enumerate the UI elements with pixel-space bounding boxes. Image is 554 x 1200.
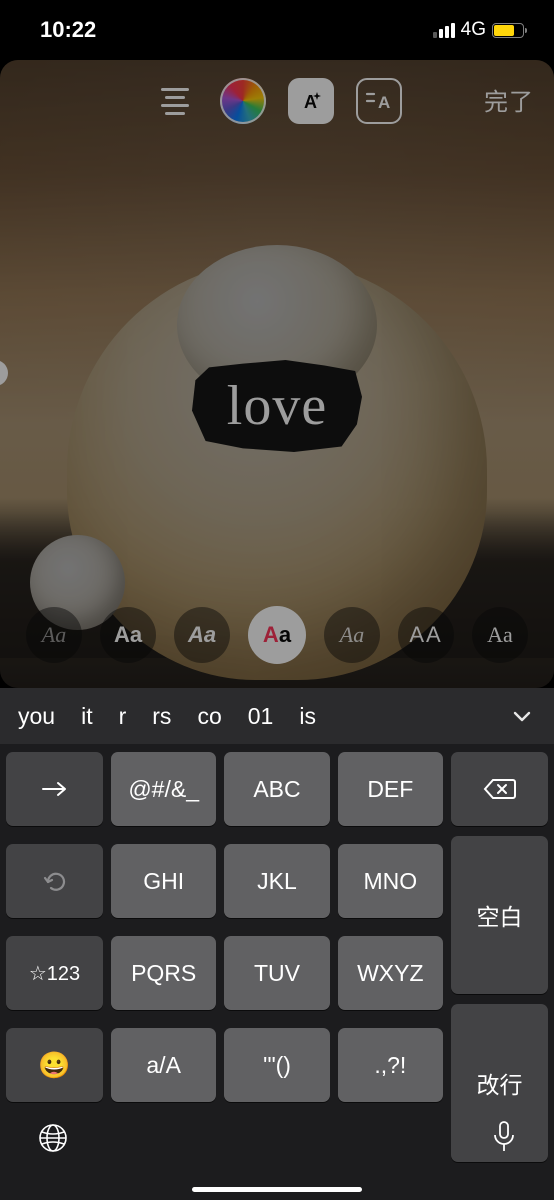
key-def[interactable]: DEF: [338, 752, 443, 826]
key-jkl[interactable]: JKL: [224, 844, 329, 918]
key-num[interactable]: ☆123: [6, 936, 103, 1010]
suggestion-1[interactable]: you: [18, 703, 55, 730]
font-style-5[interactable]: Aa: [324, 607, 380, 663]
status-bar: 10:22 4G: [0, 0, 554, 60]
suggestion-4[interactable]: rs: [152, 703, 171, 730]
key-space[interactable]: 空白: [451, 836, 548, 994]
arrow-right-icon: [40, 780, 70, 798]
clock: 10:22: [40, 17, 96, 43]
font-style-4-selected[interactable]: Aa: [248, 606, 306, 664]
key-emoji[interactable]: 😀: [6, 1028, 103, 1102]
globe-button[interactable]: [36, 1121, 70, 1160]
suggestion-7[interactable]: is: [299, 703, 316, 730]
text-effects-button[interactable]: A: [288, 78, 334, 124]
chevron-down-icon: [511, 705, 533, 727]
text-value: love: [227, 374, 327, 438]
text-scribble-bg: love: [192, 360, 362, 452]
home-indicator[interactable]: [192, 1187, 362, 1192]
key-delete[interactable]: [451, 752, 548, 826]
text-align-button[interactable]: [152, 78, 198, 124]
bg-a-icon: A: [364, 90, 394, 112]
suggestion-6[interactable]: 01: [248, 703, 274, 730]
keyboard-suggestion-bar: you it r rs co 01 is: [0, 688, 554, 744]
status-right: 4G: [433, 19, 524, 41]
key-tuv[interactable]: TUV: [224, 936, 329, 1010]
key-pqrs[interactable]: PQRS: [111, 936, 216, 1010]
svg-text:A: A: [304, 92, 317, 112]
suggestion-collapse-button[interactable]: [500, 694, 544, 738]
text-toolbar: A A: [0, 78, 554, 124]
font-style-2[interactable]: Aa: [100, 607, 156, 663]
font-style-6[interactable]: AA: [398, 607, 454, 663]
cellular-signal-icon: [433, 23, 455, 38]
text-background-button[interactable]: A: [356, 78, 402, 124]
keyboard: @#/&_ ABC DEF GHI JKL MNO ☆123 PQRS TUV …: [0, 744, 554, 1200]
key-abc[interactable]: ABC: [224, 752, 329, 826]
key-wxyz[interactable]: WXYZ: [338, 936, 443, 1010]
keyboard-bottom-bar: [0, 1098, 554, 1200]
key-undo[interactable]: [6, 844, 103, 918]
globe-icon: [36, 1121, 70, 1155]
suggestion-5[interactable]: co: [197, 703, 221, 730]
suggestion-2[interactable]: it: [81, 703, 93, 730]
svg-text:A: A: [378, 93, 390, 112]
undo-icon: [42, 868, 68, 894]
font-style-carousel[interactable]: Aa Aa Aa Aa Aa AA Aa: [0, 606, 554, 664]
suggestion-3[interactable]: r: [119, 703, 127, 730]
story-canvas[interactable]: A A 完了 love Aa Aa Aa Aa Aa AA Aa: [0, 60, 554, 688]
font-style-1[interactable]: Aa: [26, 607, 82, 663]
font-style-3[interactable]: Aa: [174, 607, 230, 663]
sparkle-a-icon: A: [297, 87, 325, 115]
align-center-icon: [161, 88, 189, 115]
key-next[interactable]: [6, 752, 103, 826]
delete-icon: [483, 777, 517, 801]
key-symbols[interactable]: @#/&_: [111, 752, 216, 826]
microphone-icon: [490, 1119, 518, 1157]
font-style-7[interactable]: Aa: [472, 607, 528, 663]
done-button[interactable]: 完了: [484, 82, 534, 117]
key-mno[interactable]: MNO: [338, 844, 443, 918]
key-quotes[interactable]: '"(): [224, 1028, 329, 1102]
dictation-button[interactable]: [490, 1119, 518, 1162]
text-sticker[interactable]: love: [192, 360, 362, 452]
battery-icon: [492, 23, 524, 38]
key-case[interactable]: a/A: [111, 1028, 216, 1102]
color-picker-button[interactable]: [220, 78, 266, 124]
key-punct[interactable]: .,?!: [338, 1028, 443, 1102]
emoji-icon: 😀: [38, 1050, 70, 1081]
network-label: 4G: [461, 19, 486, 41]
key-ghi[interactable]: GHI: [111, 844, 216, 918]
